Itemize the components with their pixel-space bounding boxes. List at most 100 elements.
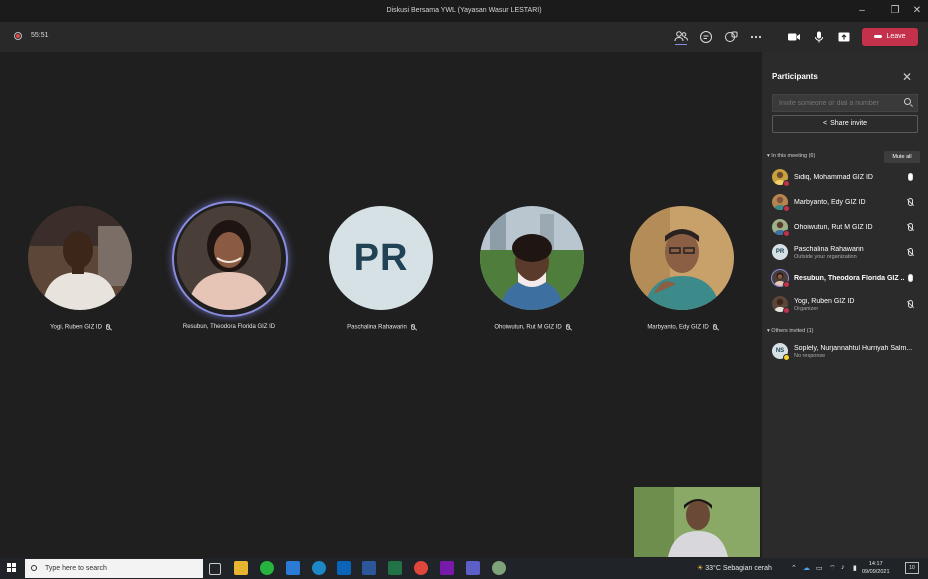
more-options-icon[interactable] [748,29,764,45]
mic-off-icon [410,324,415,330]
invite-input[interactable] [772,94,918,112]
file-explorer-icon[interactable] [234,561,248,575]
share-screen-icon[interactable] [836,29,852,45]
window-title: Diskusi Bersama YWL (Yayasan Wasur LESTA… [386,7,542,14]
tile-name: Ohoiwutun, Rut M GIZ ID [494,324,562,331]
mic-on-icon[interactable] [908,274,913,282]
tile-name: Yogi, Ruben GIZ ID [50,324,102,331]
participants-panel: Participants ✕ <Share invite ▾ In this m… [762,52,928,558]
network-icon[interactable]: ⌔ [829,564,836,573]
search-icon [31,565,37,571]
others-invited-label: Others invited (1) [771,328,814,334]
participant-tile[interactable]: Marbyanto, Edy GIZ ID [630,206,734,331]
participant-name: Marbyanto, Edy GIZ ID [794,199,866,206]
participant-tile[interactable]: PR Paschalina Rahawarin [329,206,433,331]
taskbar-search-box[interactable]: Type here to search [25,559,203,578]
outlook-icon[interactable] [337,561,351,575]
mic-off-icon[interactable] [908,198,913,206]
participant-subtitle: No response [794,353,826,359]
mute-all-button[interactable]: Mute all [884,151,920,163]
tile-name: Paschalina Rahawarin [347,324,407,331]
recording-icon [14,32,22,40]
mic-off-icon[interactable] [908,248,913,256]
self-view-video[interactable] [634,487,760,557]
edge-icon[interactable] [312,561,326,575]
clock-date: 09/09/2021 [862,569,890,575]
clock-time: 14:17 [868,561,883,567]
participant-row[interactable]: Marbyanto, Edy GIZ ID [772,193,922,213]
in-meeting-label: In this meeting (6) [771,153,816,159]
word-icon[interactable] [362,561,376,575]
presence-busy-icon [783,205,790,212]
presence-busy-icon [783,307,790,314]
participant-subtitle: Organizer [794,306,819,312]
phone-icon [874,34,883,38]
mic-off-icon[interactable] [908,300,913,308]
participant-tile-active-speaker[interactable]: Resubun, Theodora Florida GIZ ID [172,201,288,330]
participant-name: Paschalina Rahawarin [794,246,864,253]
notification-center-icon[interactable]: 10 [905,562,919,574]
mic-off-icon [565,324,570,330]
app-l-icon[interactable] [286,561,300,575]
task-view-icon[interactable] [209,563,221,575]
minimize-icon[interactable]: – [855,4,869,18]
mic-on-icon[interactable] [908,173,913,181]
participant-photo [480,206,584,310]
participant-tile[interactable]: Yogi, Ruben GIZ ID [28,206,132,331]
participant-row[interactable]: Sidiq, Mohammad GIZ ID [772,168,922,188]
participant-name: Sidiq, Mohammad GIZ ID [794,174,873,181]
close-window-icon[interactable]: ✕ [910,4,924,18]
in-meeting-header[interactable]: ▾ In this meeting (6) [767,153,815,159]
reactions-icon[interactable] [723,29,739,45]
others-invited-header[interactable]: ▾ Others invited (1) [767,328,813,334]
participant-row[interactable]: NS Soplely, Nurjannahtul Hurriyah Salm..… [772,342,922,362]
battery-icon[interactable]: ▮ [853,564,857,572]
participant-name: Yogi, Ruben GIZ ID [794,298,855,305]
restore-icon[interactable]: ❐ [888,4,902,18]
windows-taskbar: Type here to search ☀ 33°C Sebagian cera… [0,558,928,579]
onenote-icon[interactable] [440,561,454,575]
participant-row[interactable]: PR Paschalina Rahawarin Outside your org… [772,243,922,263]
title-bar: Diskusi Bersama YWL (Yayasan Wasur LESTA… [0,0,928,22]
chrome-icon[interactable] [414,561,428,575]
tray-arrow-icon[interactable]: ⌃ [791,564,797,572]
participant-row[interactable]: Resubun, Theodora Florida GIZ ... [772,269,922,289]
participants-icon[interactable] [673,29,689,45]
participant-row[interactable]: Ohoiwutun, Rut M GIZ ID [772,218,922,238]
teams-icon[interactable] [466,561,480,575]
excel-icon[interactable] [388,561,402,575]
taskbar-clock[interactable]: 14:17 09/09/2021 [862,560,890,576]
video-stage: Yogi, Ruben GIZ ID Resubun, Theodora Flo… [0,52,762,558]
tray-app-icon[interactable]: ▭ [816,564,823,572]
participant-name: Soplely, Nurjannahtul Hurriyah Salm... [794,345,913,352]
leave-button[interactable]: Leave [862,28,918,46]
volume-icon[interactable]: ♪ [841,564,845,571]
participant-tile[interactable]: Ohoiwutun, Rut M GIZ ID [480,206,584,331]
tile-name: Marbyanto, Edy GIZ ID [647,324,709,331]
share-invite-button[interactable]: < Share invite [772,115,918,133]
mic-off-icon[interactable] [908,223,913,231]
share-link-icon: < [822,120,828,127]
presence-busy-icon [783,230,790,237]
camera-icon[interactable] [786,29,802,45]
app-icon[interactable] [492,561,506,575]
notification-count: 10 [909,565,915,571]
microphone-icon[interactable] [811,29,827,45]
close-panel-icon[interactable]: ✕ [902,70,912,84]
weather-widget[interactable]: ☀ 33°C Sebagian cerah [697,564,772,572]
participant-row[interactable]: Yogi, Ruben GIZ ID Organizer [772,295,922,315]
mic-off-icon [712,324,717,330]
windows-start-icon[interactable] [7,563,17,573]
leave-label: Leave [886,33,906,40]
meeting-toolbar: 55:51 Leave [0,22,928,52]
onedrive-icon[interactable]: ☁ [803,564,810,572]
participant-photo [630,206,734,310]
search-icon[interactable] [904,98,911,105]
presence-busy-icon [783,281,790,288]
avatar: PR [772,244,788,260]
chat-icon[interactable] [698,29,714,45]
share-invite-label: Share invite [830,120,868,127]
meeting-timer: 55:51 [31,32,49,39]
whatsapp-icon[interactable] [260,561,274,575]
tile-name: Resubun, Theodora Florida GIZ ID [182,324,276,330]
